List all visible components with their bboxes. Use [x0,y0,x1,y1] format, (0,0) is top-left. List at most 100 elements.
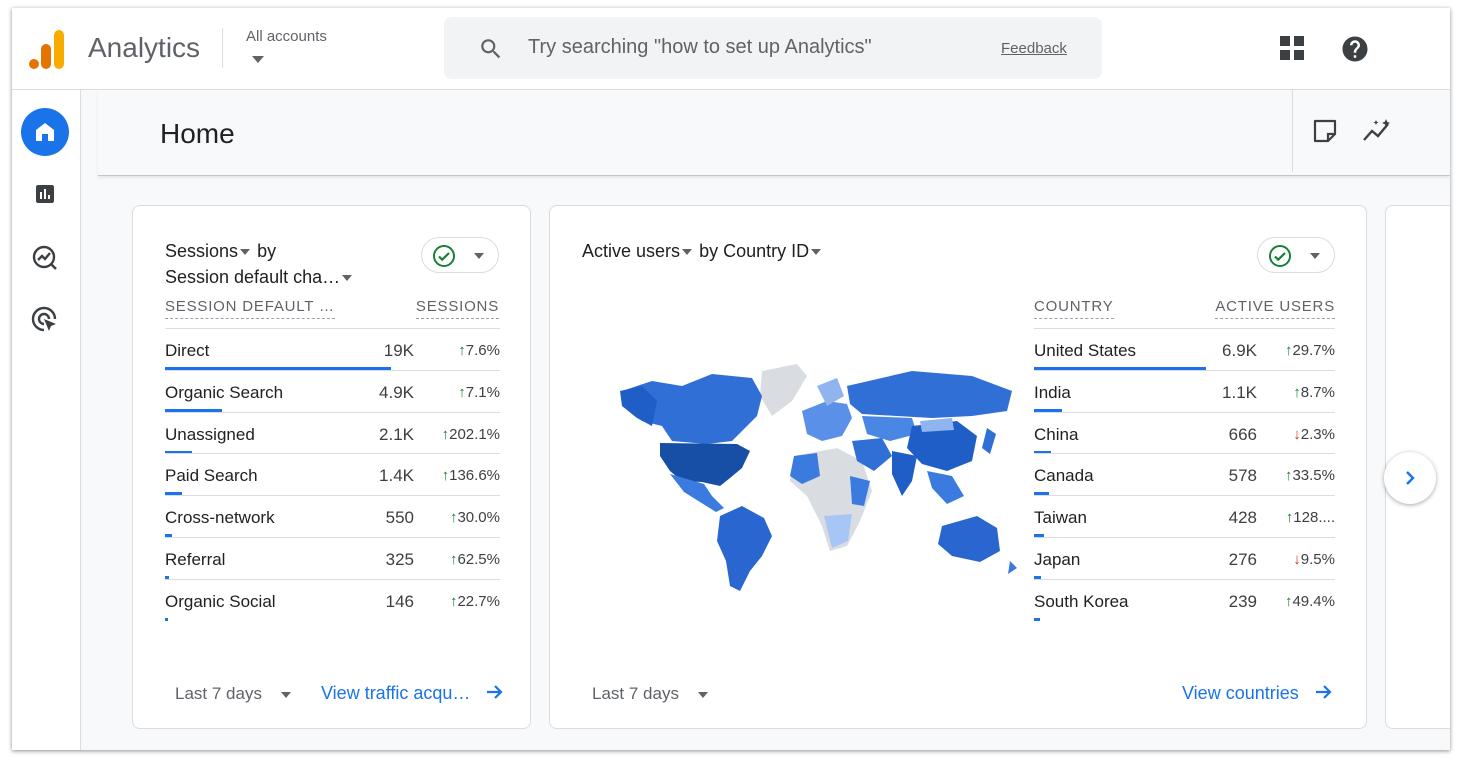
table-row[interactable]: Taiwan 428 ↑128.... [1034,495,1335,538]
table-row[interactable]: Unassigned 2.1K ↑202.1% [165,411,500,454]
row-label: Referral [165,550,226,569]
arrow-up-icon: ↑ [441,467,450,485]
row-value: 550 [385,508,414,528]
arrow-right-icon [487,685,503,699]
help-icon[interactable] [1340,34,1370,64]
row-change: ↑8.7% [1293,383,1335,401]
page-title: Home [160,118,235,149]
row-label: South Korea [1034,591,1129,611]
map-region-mongolia [920,418,954,432]
row-change: ↑136.6% [441,467,500,485]
arrow-up-icon: ↑ [1293,383,1301,401]
row-value: 578 [1228,466,1257,486]
date-range-selector[interactable]: Last 7 days [592,684,679,704]
table-row[interactable]: Direct 19K ↑7.6% [165,328,500,370]
map-region-south-america [717,506,772,591]
row-change: ↑7.1% [458,383,500,401]
row-change: ↑29.7% [1284,342,1335,359]
arrow-down-icon: ↓ [1293,425,1301,443]
active-users-card: Active users by Country ID COUNTRY ACTIV… [549,205,1367,729]
table-row[interactable]: Organic Social 146 ↑22.7% [165,578,500,621]
chevron-right-icon [1406,471,1415,485]
nav-home[interactable] [21,108,69,156]
dimension-selector[interactable]: Country ID [723,241,809,261]
row-change: ↑22.7% [449,592,500,610]
chevron-down-icon[interactable] [281,692,291,698]
feedback-link[interactable]: Feedback [1001,40,1067,57]
chevron-down-icon[interactable] [240,249,251,256]
home-icon [36,123,54,141]
nav-explore[interactable] [21,234,69,282]
table-row[interactable]: South Korea 239 ↑49.4% [1034,578,1335,621]
table-row[interactable]: Canada 578 ↑33.5% [1034,453,1335,496]
row-label: Taiwan [1034,508,1087,528]
dimension-selector[interactable]: Session default cha… [165,267,340,287]
row-label: United States [1034,341,1137,360]
card-title: Active users by Country ID [582,238,823,264]
view-traffic-acquisition-link[interactable]: View traffic acqu… [321,683,505,704]
world-map[interactable] [612,356,1032,596]
view-countries-link[interactable]: View countries [1182,683,1334,704]
row-label: Organic Social [165,591,276,611]
chevron-down-icon [1310,253,1320,259]
metric-selector[interactable]: Sessions [165,241,238,261]
chevron-down-icon[interactable] [252,56,264,63]
row-share-bar [165,617,168,621]
map-region-japan [982,428,996,454]
map-region-new-zealand [1008,561,1017,574]
row-change: ↑7.6% [458,342,500,359]
table-row[interactable]: Organic Search 4.9K ↑7.1% [165,369,500,412]
table-row[interactable]: China 666 ↓2.3% [1034,411,1335,454]
chevron-down-icon[interactable] [342,275,353,282]
row-label: China [1034,424,1079,444]
search-input[interactable]: Try searching "how to set up Analytics" [528,36,872,59]
note-icon[interactable] [1312,118,1338,144]
map-region-australia [938,516,1000,562]
bar-chart-logo-icon[interactable] [28,28,64,70]
title-by: by [699,241,719,261]
table-row[interactable]: Japan 276 ↓9.5% [1034,537,1335,579]
search-box[interactable]: Try searching "how to set up Analytics" … [444,17,1102,79]
row-value: 1.4K [379,466,414,486]
row-change: ↑49.4% [1284,592,1335,610]
row-value: 1.1K [1222,382,1257,402]
chevron-down-icon[interactable] [698,692,708,698]
row-change: ↓2.3% [1293,425,1335,443]
row-value: 239 [1228,591,1257,611]
column-header-sessions[interactable]: SESSIONS [415,298,499,319]
insights-icon[interactable] [1362,118,1394,144]
table-row[interactable]: United States 6.9K ↑29.7% [1034,328,1335,370]
row-value: 19K [383,341,414,360]
date-range-selector[interactable]: Last 7 days [175,684,262,704]
table-row[interactable]: Cross-network 550 ↑30.0% [165,495,500,538]
title-by: by [257,241,277,261]
table-row[interactable]: India 1.1K ↑8.7% [1034,369,1335,412]
row-change: ↑202.1% [441,425,500,443]
status-menu[interactable] [1257,237,1335,273]
nav-advertising[interactable] [21,296,69,344]
chevron-down-icon[interactable] [811,249,822,256]
nav-reports[interactable] [21,170,69,218]
chevron-down-icon [474,253,484,259]
status-menu[interactable] [421,237,499,273]
table-row[interactable]: Paid Search 1.4K ↑136.6% [165,453,500,496]
chevron-down-icon[interactable] [682,249,693,256]
map-region-united-states [660,443,750,486]
metric-selector[interactable]: Active users [582,241,680,261]
map-region-scandinavia [817,378,844,406]
row-change: ↓9.5% [1293,551,1335,568]
app-title[interactable]: Analytics [88,32,200,64]
account-selector[interactable]: All accounts [246,28,327,45]
column-header-active-users[interactable]: ACTIVE USERS [1215,298,1335,319]
next-cards-button[interactable] [1384,452,1436,504]
reports-icon [36,185,54,203]
row-change: ↑62.5% [449,551,500,568]
top-bar: Analytics All accounts Try searching "ho… [12,8,1450,90]
row-change: ↑128.... [1285,509,1335,527]
column-header-country[interactable]: COUNTRY [1034,298,1114,319]
apps-grid-icon[interactable] [1280,36,1304,60]
table-row[interactable]: Referral 325 ↑62.5% [165,537,500,579]
check-circle-icon [433,245,455,267]
column-header-dimension[interactable]: SESSION DEFAULT … [165,298,335,319]
row-share-bar [1034,617,1041,621]
